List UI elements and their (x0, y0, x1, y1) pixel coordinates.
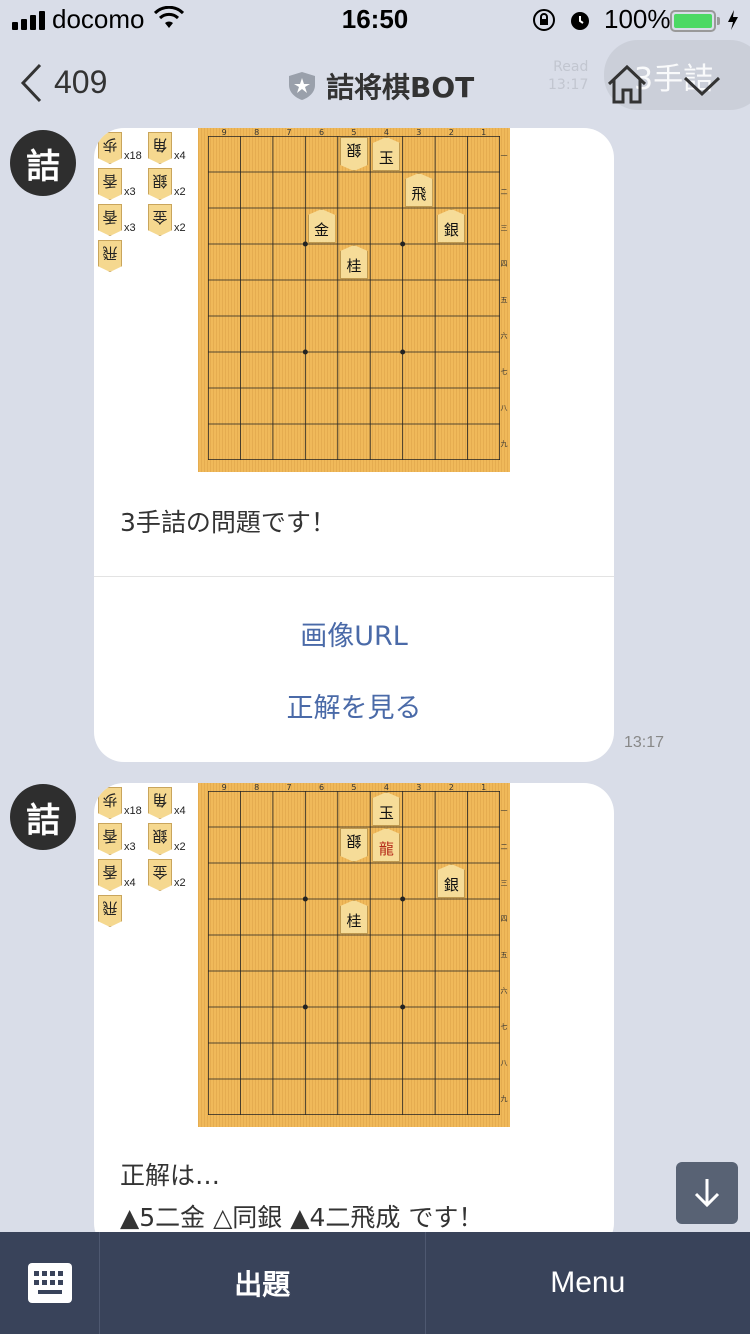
arrow-down-icon (694, 1179, 720, 1208)
hand-piece-item: 香 x3 (98, 168, 136, 200)
hand-piece-count: x2 (174, 222, 186, 234)
message-card: 歩 x18 香 x3 香 x4 飛角 x4 銀 x2 金 x2 987654321一二三四五六七八九玉… (94, 783, 614, 1253)
hand-piece-count: x2 (174, 841, 186, 853)
shogi-piece: 銀 (340, 828, 368, 862)
shogi-piece: 龍 (372, 828, 401, 862)
shogi-piece: 金 (307, 209, 336, 243)
hand-piece-count: x18 (124, 150, 142, 162)
board-grid (207, 135, 501, 461)
image-url-button[interactable]: 画像URL (94, 614, 614, 653)
shogi-board: 987654321一二三四五六七八九玉銀龍銀桂 (198, 783, 510, 1127)
bot-avatar[interactable]: 詰 (10, 784, 76, 850)
shogi-board-image[interactable]: 歩 x18 香 x3 香 x4 飛角 x4 銀 x2 金 x2 987654321一二三四五六七八九玉… (94, 783, 614, 1127)
hand-piece-item: 歩 x18 (98, 787, 142, 819)
hand-piece: 香 (98, 168, 122, 200)
message-text: 3手詰の問題です！ (120, 508, 336, 537)
chevron-down-icon[interactable] (682, 74, 722, 98)
hand-piece: 金 (148, 204, 172, 236)
hand-piece: 金 (148, 859, 172, 891)
rich-menu-bar: 出題 Menu (0, 1232, 750, 1334)
hand-piece-item: 銀 x2 (148, 823, 186, 855)
bot-avatar[interactable]: 詰 (10, 130, 76, 196)
hand-piece: 角 (148, 787, 172, 819)
hand-piece: 香 (98, 204, 122, 236)
read-time: 13:17 (548, 77, 589, 93)
message-card: 歩 x18 香 x3 香 x3 飛角 x4 銀 x2 金 x2 987654321一二三四五六七八九銀… (94, 128, 614, 762)
shogi-piece: 銀 (340, 137, 368, 171)
hand-piece-count: x18 (124, 805, 142, 817)
answer-text-line: 正解は… (120, 1161, 221, 1190)
read-label: Read (553, 59, 589, 75)
shogi-piece: 桂 (340, 900, 368, 934)
keyboard-icon (27, 1263, 72, 1303)
status-bar: docomo 16:50 100% (0, 0, 750, 40)
back-chevron-icon[interactable] (18, 62, 44, 104)
keyboard-toggle-button[interactable] (0, 1232, 100, 1334)
hand-piece-count: x2 (174, 186, 186, 198)
hand-piece: 銀 (148, 823, 172, 855)
hand-piece: 歩 (98, 787, 122, 819)
hand-piece-count: x3 (124, 186, 136, 198)
hand-piece-item: 銀 x2 (148, 168, 186, 200)
hand-piece-item: 歩 x18 (98, 132, 142, 164)
shogi-piece: 銀 (437, 864, 466, 898)
hand-piece: 香 (98, 823, 122, 855)
charging-icon (728, 10, 738, 30)
show-answer-button[interactable]: 正解を見る (94, 686, 614, 725)
hand-piece-count: x2 (174, 877, 186, 889)
shogi-board-image[interactable]: 歩 x18 香 x3 香 x3 飛角 x4 銀 x2 金 x2 987654321一二三四五六七八九銀… (94, 128, 614, 472)
hand-piece-count: x4 (174, 805, 186, 817)
hand-piece-item: 金 x2 (148, 204, 186, 236)
chat-title: 詰将棋BOT (288, 66, 474, 106)
rotation-lock-icon (533, 9, 555, 31)
hand-piece-item: 角 x4 (148, 787, 186, 819)
hand-piece: 飛 (98, 240, 122, 272)
quiz-button[interactable]: 出題 (100, 1232, 425, 1334)
hand-piece-item: 金 x2 (148, 859, 186, 891)
hand-piece-item: 飛 (98, 895, 122, 927)
hand-piece: 香 (98, 859, 122, 891)
faded-read-indicator: Read 13:17 (548, 58, 588, 94)
shogi-piece: 銀 (437, 209, 466, 243)
hand-piece: 銀 (148, 168, 172, 200)
hand-piece-count: x3 (124, 841, 136, 853)
scroll-to-bottom-button[interactable] (676, 1162, 738, 1224)
hand-piece-item: 香 x4 (98, 859, 136, 891)
shogi-piece: 玉 (372, 137, 401, 171)
hand-piece-item: 香 x3 (98, 204, 136, 236)
home-icon[interactable] (606, 64, 648, 104)
hand-piece: 歩 (98, 132, 122, 164)
shogi-piece: 桂 (340, 245, 368, 279)
hand-piece: 角 (148, 132, 172, 164)
hand-piece-item: 飛 (98, 240, 122, 272)
hand-piece-count: x4 (124, 877, 136, 889)
hand-piece-item: 香 x3 (98, 823, 136, 855)
shield-star-icon (289, 72, 315, 100)
menu-button[interactable]: Menu (424, 1232, 750, 1334)
battery-icon (670, 10, 720, 32)
battery-percent: 100% (604, 4, 671, 34)
hand-piece-count: x4 (174, 150, 186, 162)
alarm-icon (571, 12, 589, 30)
hand-piece-count: x3 (124, 222, 136, 234)
chat-title-text: 詰将棋BOT (326, 71, 475, 104)
shogi-piece: 飛 (404, 173, 433, 207)
nav-bar: 3手詰 Read 13:17 409 詰将棋BOT (0, 40, 750, 126)
hand-piece: 飛 (98, 895, 122, 927)
hand-piece-item: 角 x4 (148, 132, 186, 164)
shogi-board: 987654321一二三四五六七八九銀玉飛金銀桂 (198, 128, 510, 472)
back-count[interactable]: 409 (54, 64, 107, 101)
divider (94, 576, 614, 577)
message-timestamp: 13:17 (624, 734, 665, 751)
shogi-piece: 玉 (372, 792, 401, 826)
